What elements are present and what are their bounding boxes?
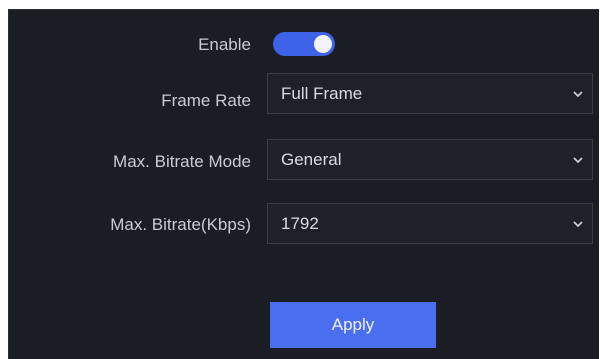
frame-rate-select[interactable]: Full Frame — [267, 73, 593, 114]
bitrate-mode-select[interactable]: General — [267, 139, 593, 180]
bitrate-mode-label: Max. Bitrate Mode — [113, 152, 251, 171]
enable-label: Enable — [198, 35, 251, 54]
frame-rate-value: Full Frame — [281, 83, 363, 103]
max-bitrate-select[interactable]: 1792 — [267, 203, 593, 244]
chevron-down-icon — [573, 220, 583, 227]
bitrate-mode-value: General — [281, 149, 342, 169]
toggle-knob — [314, 35, 332, 53]
max-bitrate-label: Max. Bitrate(Kbps) — [110, 215, 251, 234]
frame-rate-label: Frame Rate — [161, 91, 251, 110]
settings-panel: Enable Frame Rate Full Frame Max. Bitrat… — [8, 9, 599, 359]
chevron-down-icon — [573, 90, 583, 97]
chevron-down-icon — [573, 156, 583, 163]
apply-button[interactable]: Apply — [270, 302, 436, 348]
enable-toggle[interactable] — [273, 32, 335, 56]
max-bitrate-value: 1792 — [281, 213, 319, 233]
